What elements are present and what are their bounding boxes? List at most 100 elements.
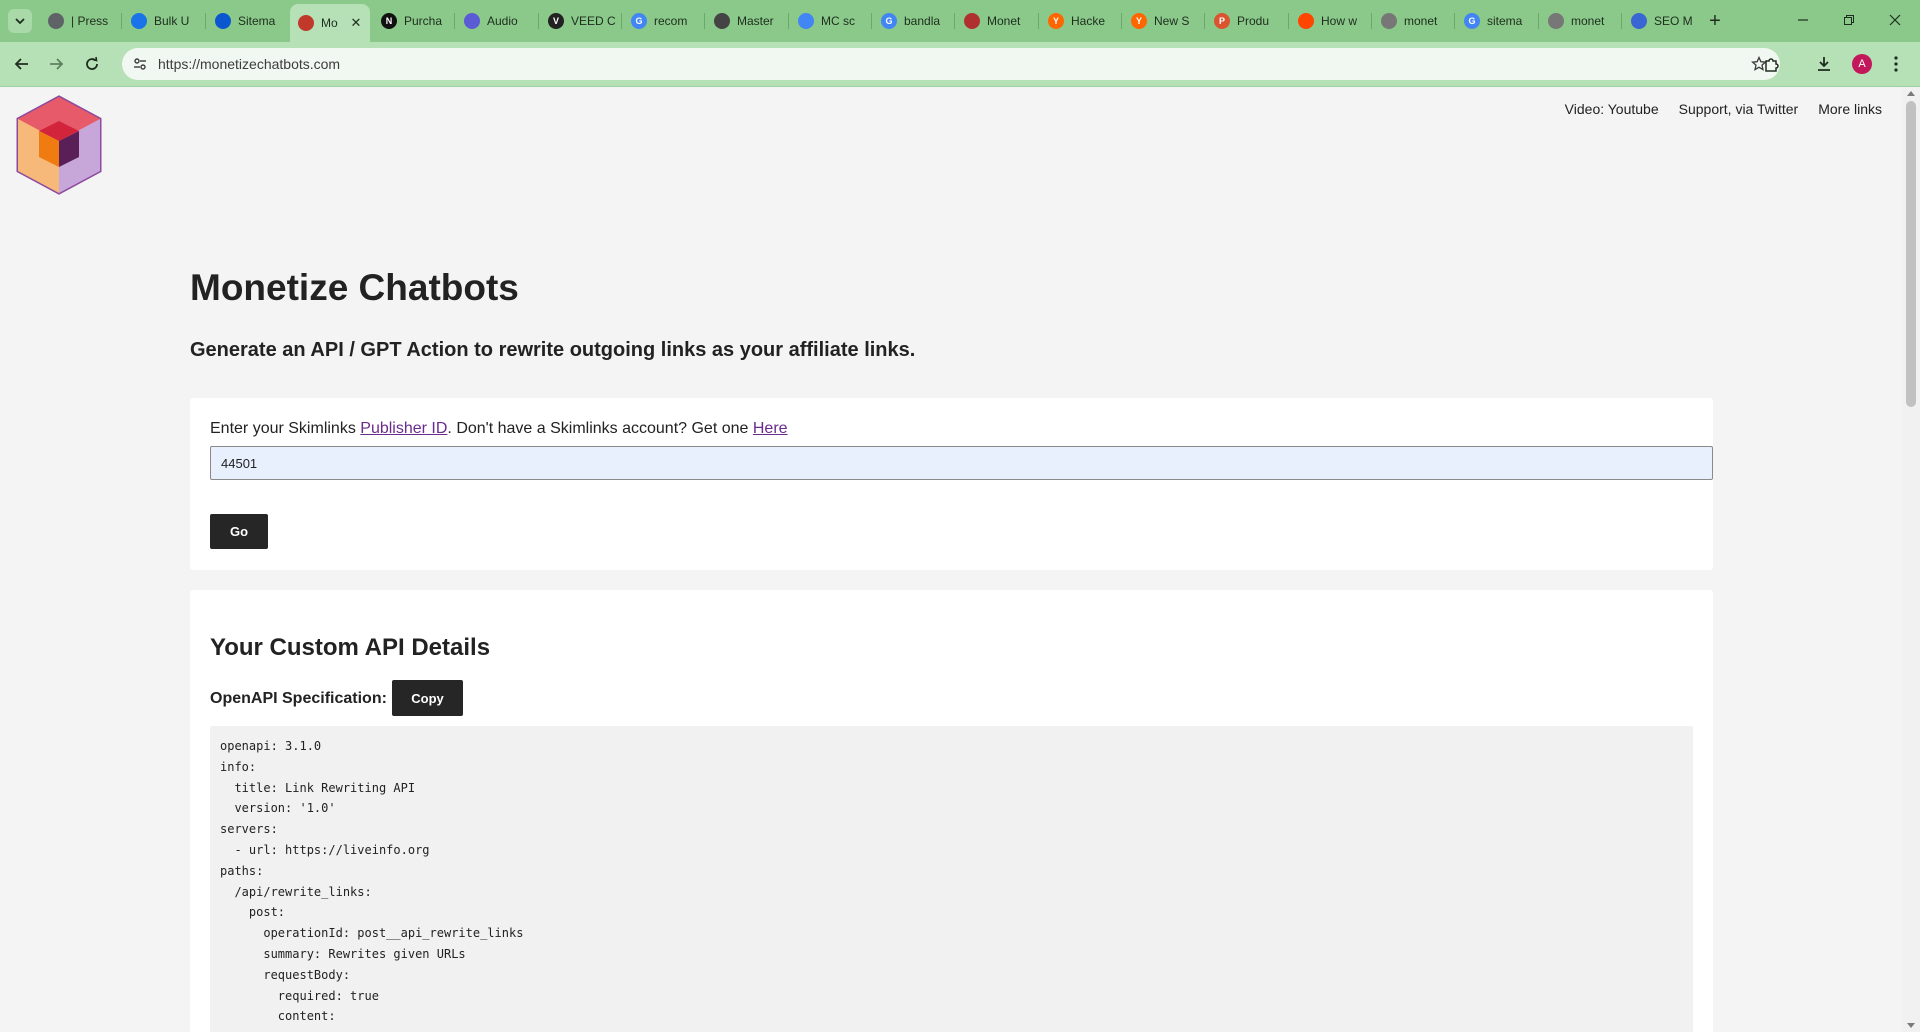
profile-avatar[interactable]: A bbox=[1852, 54, 1872, 74]
scroll-down-arrow-icon[interactable] bbox=[1907, 1023, 1915, 1028]
scroll-up-arrow-icon[interactable] bbox=[1907, 91, 1915, 96]
code-line: operationId: post__api_rewrite_links bbox=[220, 926, 524, 941]
page-title: Monetize Chatbots bbox=[190, 267, 519, 308]
plus-icon: + bbox=[1709, 9, 1721, 32]
code-line: info: bbox=[220, 759, 257, 774]
browser-tab[interactable]: Audio bbox=[456, 6, 536, 36]
prompt-text-start: Enter your Skimlinks bbox=[210, 420, 361, 437]
browser-menu-button[interactable] bbox=[1884, 52, 1908, 76]
tab-separator bbox=[205, 13, 206, 29]
site-info-icon bbox=[134, 58, 146, 70]
browser-tab[interactable]: Bulk U bbox=[123, 6, 203, 36]
tab-favicon-icon bbox=[1631, 13, 1647, 29]
tab-favicon-icon bbox=[464, 13, 480, 29]
browser-tab[interactable]: Grecom bbox=[623, 6, 703, 36]
publisher-form-card: Enter your Skimlinks Publisher ID. Don't… bbox=[190, 398, 1713, 570]
browser-tab[interactable]: monet bbox=[1540, 6, 1620, 36]
tab-favicon-icon: V bbox=[548, 13, 564, 29]
scrollbar-thumb[interactable] bbox=[1906, 101, 1916, 407]
tab-separator bbox=[1121, 13, 1122, 29]
close-window-button[interactable] bbox=[1872, 0, 1918, 40]
browser-tab[interactable]: V VEED C bbox=[540, 6, 620, 36]
tab-separator bbox=[1204, 13, 1205, 29]
site-info-button[interactable] bbox=[130, 54, 150, 74]
minimize-icon bbox=[1798, 19, 1808, 21]
forward-button[interactable] bbox=[42, 50, 70, 78]
tab-title: Monet bbox=[987, 14, 1021, 28]
address-bar[interactable]: https://monetizechatbots.com bbox=[122, 48, 1780, 80]
url-text[interactable]: https://monetizechatbots.com bbox=[158, 56, 340, 72]
code-line: required: true bbox=[220, 988, 379, 1003]
browser-tab[interactable]: N Purcha bbox=[373, 6, 453, 36]
puzzle-icon bbox=[1765, 58, 1779, 72]
openapi-spec-label: OpenAPI Specification: bbox=[210, 690, 387, 707]
kebab-menu-icon bbox=[1894, 56, 1898, 72]
browser-tab[interactable]: P Produ bbox=[1206, 6, 1286, 36]
code-line: openapi: 3.1.0 bbox=[220, 739, 322, 753]
youtube-link[interactable]: Video: Youtube bbox=[1565, 101, 1659, 117]
twitter-support-link[interactable]: Support, via Twitter bbox=[1679, 101, 1799, 117]
more-links-link[interactable]: More links bbox=[1818, 101, 1882, 117]
tab-title: Audio bbox=[487, 14, 518, 28]
tab-search-button[interactable] bbox=[8, 9, 32, 33]
tab-favicon-icon: Y bbox=[1131, 13, 1147, 29]
downloads-button[interactable] bbox=[1812, 52, 1836, 76]
tab-title: | Press bbox=[71, 14, 109, 28]
tab-title: sitema bbox=[1487, 14, 1523, 28]
new-tab-button[interactable]: + bbox=[1702, 8, 1728, 34]
code-line: content: bbox=[220, 1009, 336, 1024]
site-logo[interactable] bbox=[14, 95, 104, 197]
code-line: servers: bbox=[220, 822, 278, 837]
tab-separator bbox=[121, 13, 122, 29]
tab-close-icon[interactable]: ✕ bbox=[348, 15, 364, 31]
reload-button[interactable] bbox=[78, 50, 106, 78]
publisher-id-link[interactable]: Publisher ID bbox=[360, 420, 447, 437]
extensions-button[interactable] bbox=[1760, 52, 1784, 76]
browser-tab[interactable]: SEO M bbox=[1623, 6, 1703, 36]
tab-favicon-icon bbox=[1548, 13, 1564, 29]
page-scrollbar[interactable] bbox=[1902, 87, 1920, 1032]
back-button[interactable] bbox=[8, 50, 36, 78]
browser-toolbar: https://monetizechatbots.com A bbox=[0, 42, 1920, 86]
tab-favicon-icon bbox=[714, 13, 730, 29]
tab-favicon-icon bbox=[1381, 13, 1397, 29]
browser-tab[interactable]: | Press bbox=[40, 6, 120, 36]
close-icon bbox=[1889, 14, 1901, 26]
browser-tab[interactable]: Y New S bbox=[1123, 6, 1203, 36]
tab-favicon-icon: N bbox=[381, 13, 397, 29]
browser-tab[interactable]: Gbandla bbox=[873, 6, 953, 36]
browser-tab[interactable]: MC sc bbox=[790, 6, 870, 36]
tab-favicon-icon bbox=[48, 13, 64, 29]
tab-separator bbox=[871, 13, 872, 29]
tab-title: Bulk U bbox=[154, 14, 190, 28]
restore-button[interactable] bbox=[1826, 0, 1872, 40]
go-button[interactable]: Go bbox=[210, 514, 268, 549]
browser-tab[interactable]: Sitema bbox=[207, 6, 287, 36]
skimlinks-signup-link[interactable]: Here bbox=[753, 420, 788, 437]
tab-title: Sitema bbox=[238, 14, 276, 28]
tab-title: monet bbox=[1404, 14, 1438, 28]
browser-tab[interactable]: monet bbox=[1373, 6, 1453, 36]
tab-favicon-icon bbox=[1298, 13, 1314, 29]
tab-title: MC sc bbox=[821, 14, 855, 28]
reload-icon bbox=[86, 56, 98, 70]
tab-separator bbox=[1621, 13, 1622, 29]
copy-spec-button[interactable]: Copy bbox=[392, 680, 463, 716]
tab-favicon-icon: G bbox=[1464, 13, 1480, 29]
api-details-heading: Your Custom API Details bbox=[210, 634, 491, 661]
browser-tab[interactable]: Y Hacke bbox=[1040, 6, 1120, 36]
browser-tab[interactable]: Mo ✕ bbox=[290, 4, 370, 42]
browser-tab[interactable]: How w bbox=[1290, 6, 1370, 36]
tab-separator bbox=[1371, 13, 1372, 29]
publisher-id-input[interactable] bbox=[210, 446, 1713, 480]
browser-tab[interactable]: Master bbox=[706, 6, 786, 36]
openapi-code-block[interactable]: openapi: 3.1.0 info: title: Link Rewritin… bbox=[210, 726, 1693, 1032]
browser-tab[interactable]: Gsitema bbox=[1456, 6, 1536, 36]
code-line: version: '1.0' bbox=[220, 801, 336, 816]
minimize-button[interactable] bbox=[1780, 0, 1826, 40]
browser-tab[interactable]: Monet bbox=[956, 6, 1036, 36]
tab-separator bbox=[788, 13, 789, 29]
tab-favicon-icon: Y bbox=[1048, 13, 1064, 29]
page-subtitle: Generate an API / GPT Action to rewrite … bbox=[190, 339, 916, 361]
back-arrow-icon bbox=[14, 58, 28, 70]
